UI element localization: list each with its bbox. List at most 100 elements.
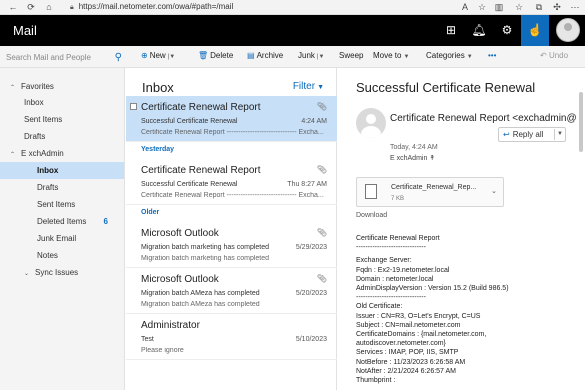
body-line: Subject : CN=mail.netometer.com	[356, 321, 461, 329]
reading-pane: Successful Certificate Renewal Certifica…	[338, 68, 585, 390]
split-screen-icon[interactable]: ▥	[492, 1, 506, 13]
search-box[interactable]: Search Mail and People ⚲	[6, 50, 122, 65]
sweep-button[interactable]: Sweep	[339, 51, 363, 60]
select-checkbox[interactable]	[130, 103, 137, 110]
download-link[interactable]: Download	[356, 212, 387, 219]
categories-button[interactable]: Categories ▼	[426, 51, 473, 60]
move-to-button[interactable]: Move to ▼	[373, 51, 409, 60]
chevron-down-icon[interactable]: |▼	[168, 54, 176, 60]
chevron-right-icon: ⌄	[24, 271, 30, 277]
paperclip-icon: 📎︎	[316, 102, 327, 111]
paperclip-icon: 📎︎	[316, 228, 327, 237]
favorites-header[interactable]: ⌃ Favorites	[0, 78, 124, 95]
sender-avatar	[356, 108, 386, 138]
folder-item-inbox[interactable]: Inbox	[0, 162, 124, 179]
folder-item-sync-issues[interactable]: ⌄ Sync Issues	[0, 264, 124, 281]
categories-label: Categories	[426, 51, 465, 60]
message-item[interactable]: Microsoft Outlook 📎︎ Migration batch mar…	[126, 222, 337, 268]
junk-button[interactable]: Junk |▼	[298, 51, 324, 60]
folder-item-deleted[interactable]: Deleted Items 6	[0, 213, 124, 230]
command-bar: Search Mail and People ⚲ ⊕ New |▼ 🗑︎ Delete…	[0, 46, 585, 68]
folder-pane: ⌃ Favorites Inbox Sent Items Drafts ⌃ E xc…	[0, 68, 125, 390]
folder-label: Sent Items	[37, 200, 76, 209]
filter-button[interactable]: Filter ▼	[293, 81, 324, 92]
folder-item-drafts[interactable]: Drafts	[0, 179, 124, 196]
message-item[interactable]: Certificate Renewal Report 📎︎ Successful…	[126, 159, 337, 205]
collections-icon[interactable]: ⧉	[532, 1, 546, 13]
trash-icon: 🗑︎	[198, 51, 209, 60]
folder-label: Sync Issues	[35, 268, 79, 277]
body-line: Fqdn : Ex2-19.netometer.local	[356, 266, 450, 274]
filter-label: Filter	[292, 81, 316, 92]
archive-label: Archive	[256, 51, 284, 60]
junk-label: Junk	[298, 51, 315, 60]
body-line: Certificate Renewal Report	[356, 235, 440, 242]
body-line: Thumbprint :	[356, 377, 396, 385]
email-recipient[interactable]: E xchAdmin ↟	[390, 154, 435, 162]
account-label: E xchAdmin	[21, 149, 64, 158]
back-arrow-icon[interactable]: ←	[6, 1, 20, 13]
paperclip-icon: 📎︎	[316, 165, 327, 174]
body-line: Issuer : CN=R3, O=Let's Encrypt, C=US	[356, 312, 481, 320]
app-title[interactable]: Mail	[13, 23, 37, 38]
email-sender[interactable]: Certificate Renewal Report <exchadmin@	[390, 113, 577, 124]
chevron-down-icon[interactable]: ⌄	[491, 187, 497, 195]
message-preview: Migration batch AMeza has completed	[141, 301, 260, 308]
search-icon[interactable]: ⚲	[115, 50, 122, 65]
app-launcher-icon[interactable]: ⊞	[437, 15, 465, 46]
new-button[interactable]: ⊕ New |▼	[141, 51, 175, 60]
chevron-down-icon: ▼	[466, 54, 473, 60]
delete-label: Delete	[210, 51, 234, 60]
read-aloud-icon[interactable]: A	[458, 1, 472, 13]
reading-pane-scrollbar[interactable]	[579, 82, 583, 382]
archive-button[interactable]: ▤ Archive	[247, 51, 283, 60]
body-line: Exchange Server:	[356, 257, 412, 265]
delete-button[interactable]: 🗑︎ Delete	[198, 51, 233, 60]
folder-item-notes[interactable]: Notes	[0, 247, 124, 264]
body-line: Domain : netometer.local	[356, 275, 434, 283]
document-icon	[365, 184, 377, 199]
help-hand-icon[interactable]: ☝	[521, 15, 549, 46]
message-preview: Certificate Renewal Report -------------…	[141, 129, 324, 136]
extensions-icon[interactable]: ✣	[550, 1, 564, 13]
favorite-item-drafts[interactable]: Drafts	[0, 128, 124, 145]
chevron-down-icon: ▼	[403, 54, 410, 60]
attachment-card[interactable]: Certificate_Renewal_Rep... 7 KB ⌄	[356, 177, 504, 207]
reply-all-button[interactable]: ↩ Reply all ▼	[498, 127, 566, 142]
message-item[interactable]: Microsoft Outlook 📎︎ Migration batch AMe…	[126, 268, 337, 314]
chevron-down-icon: |▼	[316, 54, 325, 60]
favorite-star-icon[interactable]: ☆	[475, 1, 489, 13]
settings-gear-icon[interactable]: ⚙	[493, 15, 521, 46]
body-line: AdminDisplayVersion : Version 15.2 (Buil…	[356, 285, 509, 293]
message-subject: Migration batch AMeza has completed	[141, 290, 260, 297]
undo-button[interactable]: ↶ Undo	[540, 51, 568, 60]
message-list: Inbox Filter ▼ Certificate Renewal Report…	[126, 68, 337, 390]
chevron-down-icon: ⌃	[10, 152, 16, 158]
message-date: 5/10/2023	[295, 336, 327, 343]
user-avatar[interactable]	[556, 18, 580, 42]
body-line: NotAfter : 2/21/2024 6:26:57 AM	[356, 367, 457, 375]
home-icon[interactable]: ⌂	[42, 1, 56, 13]
address-bar[interactable]: 🔒︎ https://mail.netometer.com/owa/#path=/…	[70, 1, 430, 13]
email-timestamp: Today, 4:24 AM	[390, 144, 438, 151]
message-item[interactable]: Administrator Test 5/10/2023 Please igno…	[126, 314, 337, 360]
folder-item-sent[interactable]: Sent Items	[0, 196, 124, 213]
attachment-size: 7 KB	[391, 196, 405, 202]
folder-label: Inbox	[37, 166, 59, 175]
chevron-down-icon[interactable]: ▼	[557, 128, 563, 141]
message-date: 4:24 AM	[301, 118, 327, 125]
favorite-item-sent[interactable]: Sent Items	[0, 111, 124, 128]
folder-item-junk[interactable]: Junk Email	[0, 230, 124, 247]
message-date: 5/20/2023	[295, 290, 327, 297]
more-actions-button[interactable]: •••	[488, 51, 496, 60]
list-title: Inbox	[142, 80, 174, 95]
account-header[interactable]: ⌃ E xchAdmin	[0, 145, 124, 162]
group-header-yesterday: Yesterday	[141, 146, 175, 153]
more-menu-icon[interactable]: ⋯	[568, 1, 582, 13]
favorite-item-inbox[interactable]: Inbox	[0, 94, 124, 111]
favorites-icon[interactable]: ☆	[512, 1, 526, 13]
notifications-bell-icon[interactable]: 🔔︎	[465, 15, 493, 46]
refresh-icon[interactable]: ⟳	[24, 1, 38, 13]
message-item[interactable]: Certificate Renewal Report 📎︎ Successful…	[126, 96, 337, 142]
message-subject: Test	[141, 336, 154, 343]
